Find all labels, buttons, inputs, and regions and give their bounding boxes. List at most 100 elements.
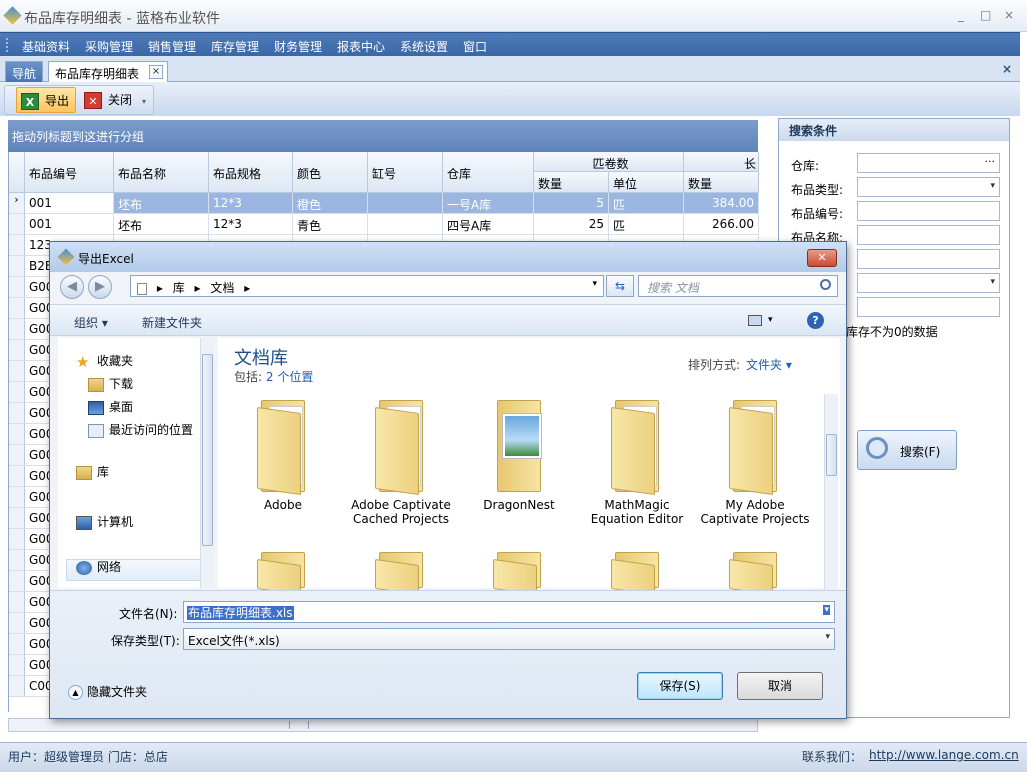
cell-code[interactable]: 001 <box>25 193 114 214</box>
row-indicator[interactable] <box>9 340 25 361</box>
column-header-code[interactable]: 布品编号 <box>25 152 114 193</box>
back-icon[interactable]: ◀ <box>60 275 84 299</box>
cell-long-qty[interactable]: 384.00 <box>684 193 759 214</box>
cell-spec[interactable]: 12*3 <box>209 214 293 235</box>
filetype-select[interactable]: Excel文件(*.xls) ▾ <box>183 628 835 650</box>
row-indicator[interactable] <box>9 319 25 340</box>
row-indicator[interactable] <box>9 487 25 508</box>
menu-basic-data[interactable]: 基础资料 <box>22 38 70 55</box>
ellipsis-icon[interactable]: ··· <box>985 155 996 168</box>
row-indicator[interactable] <box>9 403 25 424</box>
row-indicator[interactable] <box>9 571 25 592</box>
dialog-close-button[interactable]: ✕ <box>807 249 837 267</box>
row-indicator[interactable] <box>9 466 25 487</box>
row-indicator[interactable] <box>9 277 25 298</box>
search-field-7[interactable] <box>857 297 1000 317</box>
folder-item[interactable] <box>228 552 338 596</box>
folder-item[interactable]: Adobe Captivate Cached Projects <box>346 400 456 526</box>
nav-pane-scrollbar[interactable] <box>200 338 214 588</box>
row-indicator[interactable] <box>9 298 25 319</box>
close-all-tabs-icon[interactable]: × <box>1002 62 1012 76</box>
group-by-panel[interactable]: 拖动列标题到这进行分组 <box>8 120 758 152</box>
arrange-by-dropdown[interactable]: 文件夹 ▾ <box>746 358 792 372</box>
nav-favorites[interactable]: ★ 收藏夹 <box>76 352 133 369</box>
cancel-button[interactable]: 取消 <box>737 672 823 700</box>
export-button[interactable]: X 导出 <box>16 87 76 113</box>
nonzero-stock-checkbox-label[interactable]: 库存不为0的数据 <box>846 323 938 340</box>
tab-inventory-detail[interactable]: 布品库存明细表 × <box>48 61 168 82</box>
save-button[interactable]: 保存(S) <box>637 672 723 700</box>
minimize-button[interactable]: _ <box>958 8 964 22</box>
column-band-bolts[interactable]: 匹卷数 <box>534 152 684 172</box>
scrollbar-thumb[interactable] <box>826 434 837 476</box>
tab-close-icon[interactable]: × <box>149 65 163 79</box>
menu-window[interactable]: 窗口 <box>463 38 487 55</box>
cell-warehouse[interactable]: 四号A库 <box>443 214 534 235</box>
folder-item[interactable]: Adobe <box>228 400 338 512</box>
row-indicator[interactable] <box>9 529 25 550</box>
breadcrumb-library[interactable]: 库 <box>173 281 185 295</box>
scroll-grip-icon[interactable] <box>289 721 309 729</box>
nav-libraries[interactable]: 库 <box>76 463 109 480</box>
fabric-type-select[interactable]: ▾ <box>857 177 1000 197</box>
cell-qty[interactable]: 5 <box>534 193 609 214</box>
chevron-down-icon[interactable]: ▾ <box>768 315 773 325</box>
row-indicator[interactable] <box>9 256 25 277</box>
row-indicator[interactable] <box>9 550 25 571</box>
nav-network[interactable]: 网络 <box>76 558 121 575</box>
row-indicator[interactable] <box>9 445 25 466</box>
hide-folders-toggle[interactable]: ▲ 隐藏文件夹 <box>68 683 147 700</box>
row-indicator[interactable] <box>9 634 25 655</box>
window-close-button[interactable]: × <box>1004 8 1014 22</box>
tab-navigation[interactable]: 导航 <box>5 61 44 82</box>
cell-vat[interactable] <box>368 214 443 235</box>
warehouse-field[interactable]: ··· <box>857 153 1000 173</box>
search-button[interactable]: 搜索(F) <box>857 430 957 470</box>
cell-color[interactable]: 橙色 <box>293 193 368 214</box>
row-indicator[interactable] <box>9 235 25 256</box>
column-header-vat[interactable]: 缸号 <box>368 152 443 193</box>
nav-desktop[interactable]: 桌面 <box>88 398 133 415</box>
breadcrumb-documents[interactable]: 文档 <box>210 281 234 295</box>
column-header-qty[interactable]: 数量 <box>534 172 609 193</box>
row-indicator[interactable] <box>9 592 25 613</box>
chevron-down-icon[interactable]: ▾ <box>592 279 597 289</box>
folder-item[interactable] <box>700 552 810 596</box>
address-bar[interactable]: ▸ 库 ▸ 文档 ▸ ▾ <box>130 275 604 297</box>
row-indicator[interactable] <box>9 655 25 676</box>
folder-item[interactable]: MathMagic Equation Editor <box>582 400 692 526</box>
close-button[interactable]: ✕ 关闭 ▾ <box>80 87 152 113</box>
grid-horizontal-scrollbar[interactable] <box>8 718 758 732</box>
menu-reports[interactable]: 报表中心 <box>337 38 385 55</box>
row-indicator[interactable] <box>9 382 25 403</box>
cell-color[interactable]: 青色 <box>293 214 368 235</box>
view-options-icon[interactable] <box>748 315 762 326</box>
file-list-scrollbar[interactable] <box>824 394 838 590</box>
column-header-unit[interactable]: 单位 <box>609 172 684 193</box>
fabric-name-input[interactable] <box>857 225 1000 245</box>
nav-computer[interactable]: 计算机 <box>76 513 133 530</box>
folder-item[interactable] <box>464 552 574 596</box>
nav-recent[interactable]: 最近访问的位置 <box>88 421 193 438</box>
refresh-icon[interactable]: ⇆ <box>606 275 634 297</box>
organize-button[interactable]: 组织 ▾ <box>74 314 108 331</box>
menu-inventory[interactable]: 库存管理 <box>211 38 259 55</box>
row-indicator[interactable] <box>9 508 25 529</box>
row-indicator[interactable] <box>9 613 25 634</box>
row-indicator[interactable] <box>9 214 25 235</box>
cell-unit[interactable]: 匹 <box>609 193 684 214</box>
search-field-5[interactable] <box>857 249 1000 269</box>
row-indicator[interactable] <box>9 361 25 382</box>
chevron-down-icon[interactable]: ▾ <box>142 97 146 106</box>
column-header-warehouse[interactable]: 仓库 <box>443 152 534 193</box>
help-icon[interactable]: ? <box>807 312 824 329</box>
column-header-length-qty[interactable]: 数量 <box>684 172 759 193</box>
cell-spec[interactable]: 12*3 <box>209 193 293 214</box>
cell-unit[interactable]: 匹 <box>609 214 684 235</box>
scrollbar-thumb[interactable] <box>202 354 213 546</box>
folder-item[interactable] <box>582 552 692 596</box>
new-folder-button[interactable]: 新建文件夹 <box>142 314 202 331</box>
cell-long-qty[interactable]: 266.00 <box>684 214 759 235</box>
column-header-spec[interactable]: 布品规格 <box>209 152 293 193</box>
column-header-color[interactable]: 颜色 <box>293 152 368 193</box>
